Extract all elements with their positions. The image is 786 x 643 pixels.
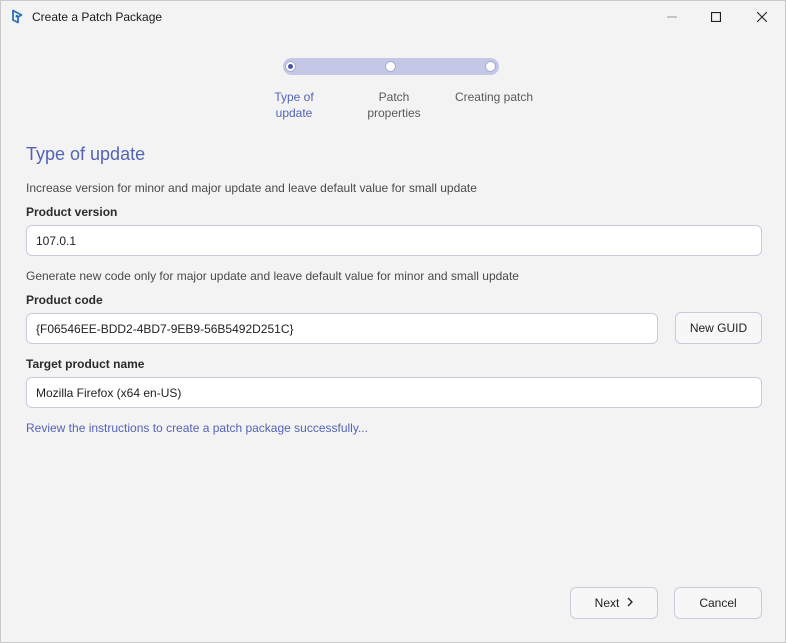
section-title: Type of update [26,144,146,164]
target-product-name-label: Target product name [26,357,145,371]
close-icon [757,12,767,22]
close-button[interactable] [739,1,785,33]
product-code-input[interactable] [26,313,658,344]
step-dot-type-of-update [285,61,296,72]
window-title: Create a Patch Package [32,10,163,24]
app-icon [10,9,25,24]
next-button[interactable]: Next [570,587,658,619]
step-label-line: Type of [274,90,314,104]
step-label-line: properties [367,106,421,120]
target-product-name-input[interactable] [26,377,762,408]
next-button-label: Next [594,596,620,610]
instructions-link[interactable]: Review the instructions to create a patc… [26,421,368,435]
chevron-right-icon [627,596,634,610]
product-version-label: Product version [26,205,118,219]
step-label-type-of-update: Type of update [244,89,344,121]
step-label-line: Creating patch [454,90,534,104]
product-version-input[interactable] [26,225,762,256]
step-label-line: Patch [378,90,410,104]
step-label-line: update [275,106,313,120]
create-patch-package-window: Create a Patch Package Type of update Pa… [0,0,786,643]
maximize-button[interactable] [693,1,739,33]
step-dot-creating-patch [485,61,496,72]
code-hint: Generate new code only for major update … [26,269,519,283]
maximize-icon [711,12,721,22]
product-code-label: Product code [26,293,103,307]
title-bar: Create a Patch Package [1,1,785,33]
version-hint: Increase version for minor and major upd… [26,181,477,195]
step-dot-patch-properties [385,61,396,72]
minimize-button[interactable] [649,1,695,33]
new-guid-button[interactable]: New GUID [675,312,762,344]
cancel-button[interactable]: Cancel [674,587,762,619]
minimize-icon [667,16,677,18]
step-label-creating-patch: Creating patch [444,89,544,105]
step-label-patch-properties: Patch properties [344,89,444,121]
